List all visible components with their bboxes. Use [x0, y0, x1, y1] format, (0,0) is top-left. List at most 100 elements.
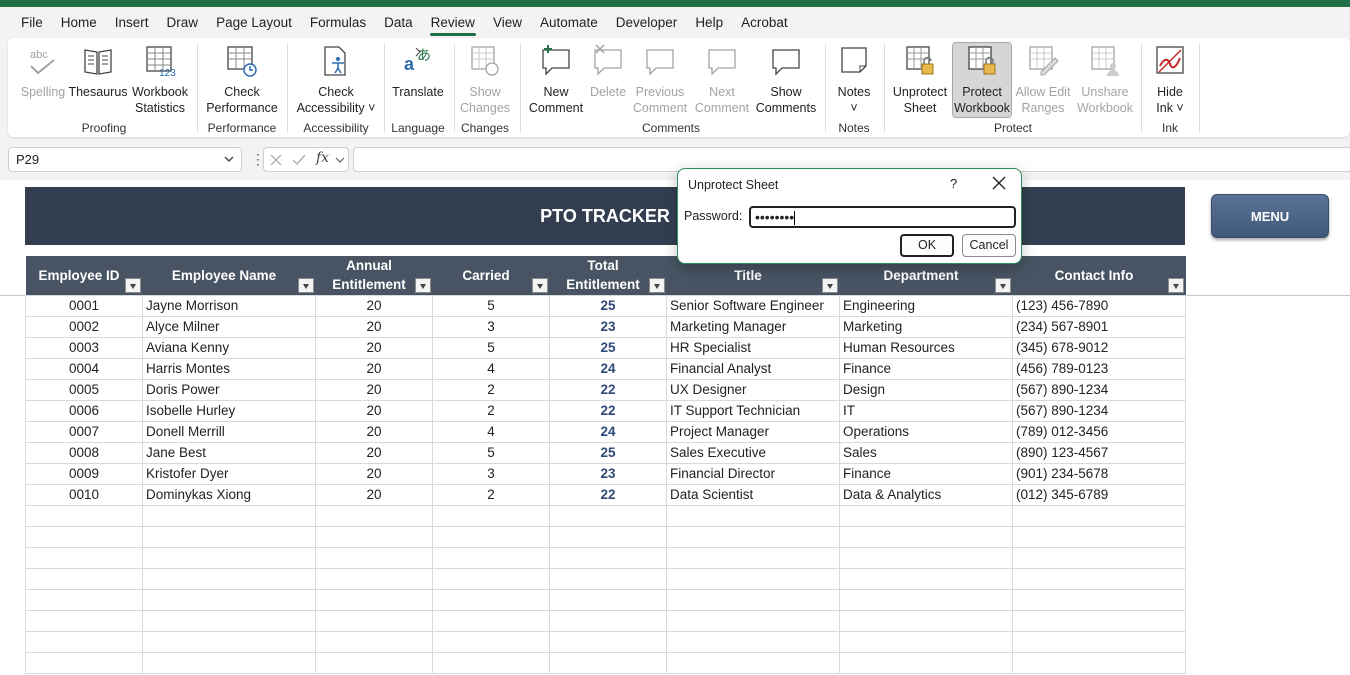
table-cell[interactable]: 22 — [549, 399, 667, 422]
table-cell[interactable]: (567) 890-1234 — [1012, 378, 1186, 401]
table-cell[interactable] — [142, 651, 316, 674]
table-cell[interactable]: Jane Best — [142, 441, 316, 464]
table-cell[interactable] — [142, 546, 316, 569]
table-cell[interactable]: Operations — [839, 420, 1013, 443]
table-cell[interactable] — [315, 504, 433, 527]
table-cell[interactable] — [549, 546, 667, 569]
menu-tab-review[interactable]: Review — [422, 7, 484, 38]
table-cell[interactable] — [142, 609, 316, 632]
table-cell[interactable]: 20 — [315, 420, 433, 443]
table-cell[interactable]: Jayne Morrison — [142, 294, 316, 317]
table-cell[interactable]: 5 — [432, 441, 550, 464]
table-cell[interactable] — [839, 525, 1013, 548]
table-cell[interactable]: (456) 789-0123 — [1012, 357, 1186, 380]
cancel-edit-icon[interactable] — [270, 154, 282, 166]
filter-dropdown-icon[interactable] — [994, 277, 1011, 293]
hide-ink-button[interactable]: Hide Ink ˅ — [1148, 44, 1192, 116]
table-cell[interactable]: Senior Software Engineer — [666, 294, 840, 317]
table-cell[interactable] — [1012, 609, 1186, 632]
filter-dropdown-icon[interactable] — [531, 277, 548, 293]
table-cell[interactable] — [432, 504, 550, 527]
table-cell[interactable]: 4 — [432, 357, 550, 380]
menu-tab-formulas[interactable]: Formulas — [301, 7, 375, 38]
allow-edit-ranges-button[interactable]: Allow Edit Ranges — [1014, 44, 1072, 116]
check-performance-button[interactable]: Check Performance — [204, 44, 280, 116]
table-cell[interactable]: Doris Power — [142, 378, 316, 401]
table-cell[interactable]: Data Scientist — [666, 483, 840, 506]
table-cell[interactable] — [1012, 525, 1186, 548]
table-cell[interactable] — [666, 525, 840, 548]
table-cell[interactable]: Human Resources — [839, 336, 1013, 359]
name-box[interactable]: P29 — [8, 147, 242, 172]
table-cell[interactable] — [839, 609, 1013, 632]
table-cell[interactable]: (567) 890-1234 — [1012, 399, 1186, 422]
menu-tab-automate[interactable]: Automate — [531, 7, 607, 38]
table-cell[interactable]: 25 — [549, 441, 667, 464]
table-cell[interactable] — [839, 546, 1013, 569]
table-cell[interactable]: HR Specialist — [666, 336, 840, 359]
table-cell[interactable]: Kristofer Dyer — [142, 462, 316, 485]
thesaurus-button[interactable]: Thesaurus — [68, 44, 128, 100]
table-cell[interactable]: 20 — [315, 315, 433, 338]
table-cell[interactable] — [1012, 651, 1186, 674]
table-cell[interactable]: Marketing — [839, 315, 1013, 338]
table-cell[interactable] — [432, 546, 550, 569]
table-cell[interactable] — [142, 567, 316, 590]
menu-tab-draw[interactable]: Draw — [158, 7, 208, 38]
table-cell[interactable]: Dominykas Xiong — [142, 483, 316, 506]
table-cell[interactable]: Donell Merrill — [142, 420, 316, 443]
filter-dropdown-icon[interactable] — [821, 277, 838, 293]
table-cell[interactable] — [666, 588, 840, 611]
table-cell[interactable]: 0009 — [25, 462, 143, 485]
unprotect-sheet-button[interactable]: Unprotect Sheet — [890, 44, 950, 116]
filter-dropdown-icon[interactable] — [414, 277, 431, 293]
table-cell[interactable] — [25, 609, 143, 632]
table-cell[interactable] — [315, 630, 433, 653]
table-cell[interactable]: 23 — [549, 315, 667, 338]
table-cell[interactable] — [666, 504, 840, 527]
table-cell[interactable] — [666, 609, 840, 632]
table-cell[interactable]: (901) 234-5678 — [1012, 462, 1186, 485]
table-cell[interactable] — [839, 651, 1013, 674]
table-cell[interactable]: 25 — [549, 336, 667, 359]
confirm-edit-icon[interactable] — [292, 154, 306, 166]
table-cell[interactable] — [432, 651, 550, 674]
table-cell[interactable]: 0002 — [25, 315, 143, 338]
filter-dropdown-icon[interactable] — [297, 277, 314, 293]
table-cell[interactable]: Design — [839, 378, 1013, 401]
table-cell[interactable] — [25, 630, 143, 653]
table-cell[interactable]: 20 — [315, 441, 433, 464]
table-cell[interactable]: 4 — [432, 420, 550, 443]
table-cell[interactable]: (123) 456-7890 — [1012, 294, 1186, 317]
table-cell[interactable] — [142, 504, 316, 527]
menu-tab-data[interactable]: Data — [375, 7, 422, 38]
table-cell[interactable] — [25, 546, 143, 569]
table-cell[interactable] — [25, 525, 143, 548]
table-cell[interactable] — [432, 609, 550, 632]
table-cell[interactable] — [25, 504, 143, 527]
table-cell[interactable]: 20 — [315, 336, 433, 359]
table-cell[interactable]: UX Designer — [666, 378, 840, 401]
help-icon[interactable]: ? — [950, 176, 957, 191]
next-comment-button[interactable]: Next Comment — [694, 44, 750, 116]
menu-tab-view[interactable]: View — [484, 7, 531, 38]
table-cell[interactable]: 20 — [315, 483, 433, 506]
table-cell[interactable]: Data & Analytics — [839, 483, 1013, 506]
table-cell[interactable]: 3 — [432, 315, 550, 338]
table-cell[interactable]: 20 — [315, 357, 433, 380]
menu-tab-file[interactable]: File — [12, 7, 52, 38]
table-cell[interactable] — [1012, 630, 1186, 653]
menu-tab-acrobat[interactable]: Acrobat — [732, 7, 797, 38]
table-cell[interactable] — [315, 525, 433, 548]
table-cell[interactable] — [666, 567, 840, 590]
table-cell[interactable] — [432, 525, 550, 548]
insert-function-icon[interactable]: fx — [316, 150, 329, 166]
table-cell[interactable] — [549, 525, 667, 548]
table-cell[interactable]: Finance — [839, 357, 1013, 380]
table-cell[interactable]: Finance — [839, 462, 1013, 485]
table-cell[interactable] — [315, 588, 433, 611]
table-cell[interactable]: Engineering — [839, 294, 1013, 317]
table-cell[interactable]: 2 — [432, 399, 550, 422]
table-cell[interactable] — [1012, 504, 1186, 527]
table-cell[interactable] — [142, 588, 316, 611]
